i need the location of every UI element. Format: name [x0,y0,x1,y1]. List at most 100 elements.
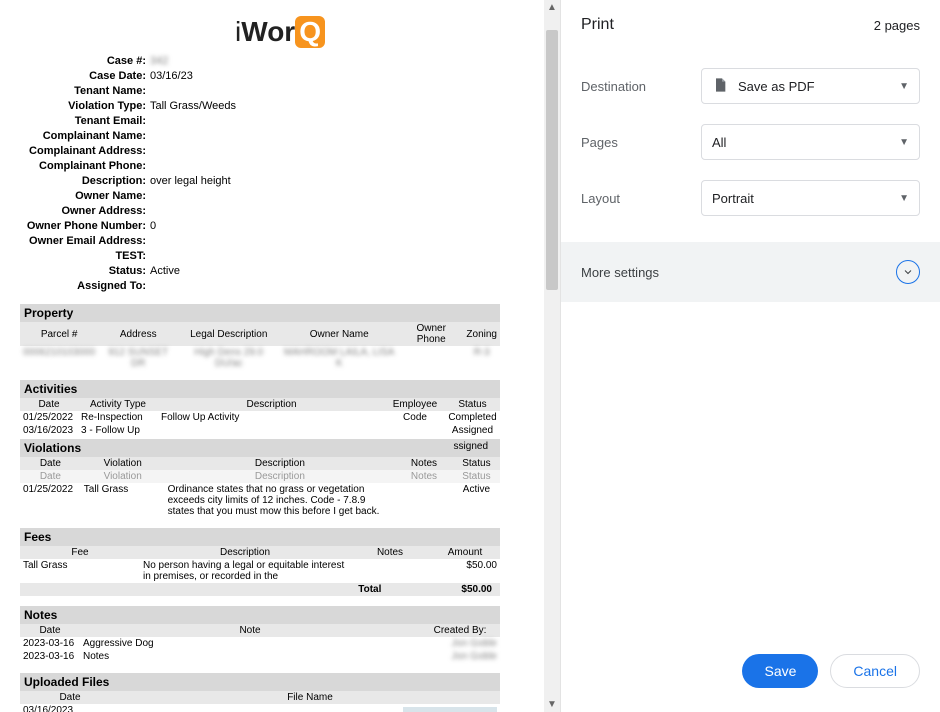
scroll-thumb[interactable] [546,30,558,290]
activities-section: Activities Date Activity Type Descriptio… [20,380,500,437]
status-label: Status: [20,264,150,279]
col-date: Date [20,624,80,637]
col-filename: File Name [120,691,500,704]
violation-type-value: Tall Grass/Weeds [150,99,540,114]
col-emp: Employee [385,398,445,411]
violation-row: 01/25/2022 Tall Grass Ordinance states t… [20,483,500,518]
col-owner: Owner Name [279,322,399,346]
tenant-email-label: Tenant Email: [20,114,150,129]
files-section: Uploaded Files Date File Name 03/16/2023 [20,673,500,712]
note-row: 2023-03-16Aggressive DogJon Goble [20,637,500,650]
status-value: Active [150,264,540,279]
col-fee: Fee [20,546,140,559]
owner-phone-value: 0 [150,219,540,234]
total-value: $50.00 [461,584,492,595]
pages-select[interactable]: All ▼ [701,124,920,160]
total-label: Total [358,584,381,595]
col-violation: Violation [81,457,165,470]
col-phone: Owner Phone [399,322,463,346]
more-settings-toggle[interactable]: More settings [561,242,940,302]
chevron-down-icon: ▼ [899,193,909,204]
owner-name-value [150,189,540,204]
fee-row: Tall Grass No person having a legal or e… [20,559,500,583]
complainant-address-label: Complainant Address: [20,144,150,159]
assigned-to-value [150,279,540,294]
activity-row: 01/25/2022Re-InspectionFollow Up Activit… [20,411,500,424]
complainant-address-value [150,144,540,159]
complainant-name-value [150,129,540,144]
layout-select[interactable]: Portrait ▼ [701,180,920,216]
test-label: TEST: [20,249,150,264]
col-notes: Notes [395,457,453,470]
truncated-status: ssigned [454,441,496,455]
layout-label: Layout [581,191,701,206]
destination-label: Destination [581,79,701,94]
col-note: Note [80,624,420,637]
description-label: Description: [20,174,150,189]
owner-address-label: Owner Address: [20,204,150,219]
tenant-email-value [150,114,540,129]
col-type: Activity Type [78,398,158,411]
fees-total-row: Total $50.00 [20,583,500,596]
notes-heading: Notes [20,606,500,624]
col-zoning: Zoning [463,322,500,346]
description-value: over legal height [150,174,540,189]
owner-email-label: Owner Email Address: [20,234,150,249]
save-button[interactable]: Save [742,654,818,688]
col-notes: Notes [350,546,430,559]
col-desc: Description [165,457,396,470]
complainant-phone-value [150,159,540,174]
col-desc: Description [140,546,350,559]
sidebar-title: Print [581,16,614,34]
col-date: Date [20,691,120,704]
print-sidebar: Print 2 pages Destination Save as PDF ▼ … [560,0,940,712]
chevron-down-icon: ▼ [899,137,909,148]
tenant-name-label: Tenant Name: [20,84,150,99]
destination-select[interactable]: Save as PDF ▼ [701,68,920,104]
property-row: 0006210103000 912 SUNSET DR High Dens 29… [20,346,500,370]
case-no-value: 342 [150,54,540,69]
owner-name-label: Owner Name: [20,189,150,204]
pages-value: All [712,135,726,150]
property-section: Property Parcel # Address Legal Descript… [20,304,500,370]
print-preview-pane: iWorQ Case #:342 Case Date:03/16/23 Tena… [0,0,560,712]
owner-email-value [150,234,540,249]
violations-heading: Violations [24,441,81,455]
destination-value: Save as PDF [738,79,815,94]
assigned-to-label: Assigned To: [20,279,150,294]
col-status: Status [445,398,500,411]
owner-address-value [150,204,540,219]
fees-section: Fees Fee Description Notes Amount Tall G… [20,528,500,596]
scroll-down-icon[interactable]: ▼ [547,699,557,710]
col-desc: Description [158,398,385,411]
owner-phone-label: Owner Phone Number: [20,219,150,234]
tenant-name-value [150,84,540,99]
col-legal: Legal Description [178,322,279,346]
cancel-button[interactable]: Cancel [830,654,920,688]
app-logo: iWorQ [20,16,540,48]
test-value [150,249,540,264]
file-thumbnail [403,707,497,712]
activity-row: 03/16/20233 - Follow UpAssigned [20,424,500,437]
col-date: Date [20,398,78,411]
preview-scrollbar[interactable]: ▲ ▼ [544,0,560,712]
case-no-label: Case #: [20,54,150,69]
activities-heading: Activities [20,380,500,398]
files-heading: Uploaded Files [20,673,500,691]
col-amount: Amount [430,546,500,559]
chevron-down-icon: ▼ [899,81,909,92]
col-status: Status [453,457,500,470]
layout-value: Portrait [712,191,754,206]
notes-section: Notes Date Note Created By: 2023-03-16Ag… [20,606,500,663]
scroll-up-icon[interactable]: ▲ [547,2,557,13]
violation-type-label: Violation Type: [20,99,150,114]
more-settings-label: More settings [581,265,659,280]
col-address: Address [98,322,178,346]
property-heading: Property [20,304,500,322]
col-by: Created By: [420,624,500,637]
note-row: 2023-03-16NotesJon Goble [20,650,500,663]
col-parcel: Parcel # [20,322,98,346]
pdf-icon [712,75,728,98]
violations-section: Violations ssigned Date Violation Descri… [20,439,500,518]
complainant-phone-label: Complainant Phone: [20,159,150,174]
